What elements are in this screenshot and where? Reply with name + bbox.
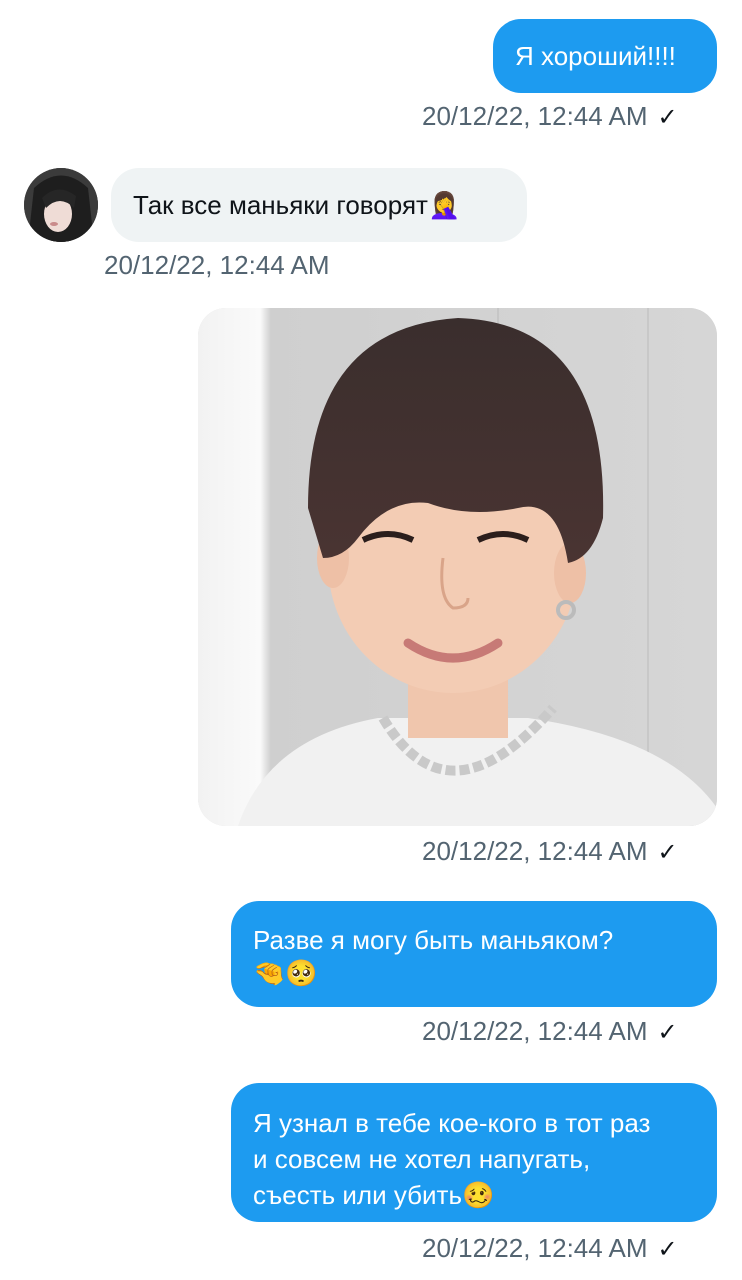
message-text: Я хороший!!!! bbox=[515, 41, 676, 71]
check-icon: ✓ bbox=[657, 839, 678, 866]
photo-image bbox=[198, 308, 717, 826]
check-icon: ✓ bbox=[657, 104, 678, 131]
outgoing-message-bubble[interactable]: Разве я могу быть маньяком? 🤏🥺 bbox=[231, 901, 717, 1007]
message-timestamp: 20/12/22, 12:44 AM ✓ bbox=[422, 1016, 678, 1046]
message-timestamp: 20/12/22, 12:44 AM ✓ bbox=[422, 836, 678, 866]
message-text-line: Разве я могу быть маньяком? bbox=[253, 925, 614, 955]
outgoing-message-bubble[interactable]: Я узнал в тебе кое-кого в тот раз и совс… bbox=[231, 1083, 717, 1222]
avatar[interactable] bbox=[24, 168, 98, 242]
message-text-line: съесть или убить🥴 bbox=[253, 1180, 495, 1211]
check-icon: ✓ bbox=[657, 1019, 678, 1046]
message-timestamp: 20/12/22, 12:44 AM ✓ bbox=[422, 1233, 678, 1263]
check-icon: ✓ bbox=[657, 1236, 678, 1263]
shared-photo[interactable] bbox=[198, 308, 717, 826]
outgoing-message-bubble[interactable]: Я хороший!!!! bbox=[493, 19, 717, 93]
message-timestamp: 20/12/22, 12:44 AM bbox=[104, 250, 330, 280]
woozy-face-emoji: 🥴 bbox=[462, 1181, 495, 1211]
message-text-line: Я узнал в тебе кое-кого в тот раз bbox=[253, 1108, 651, 1138]
incoming-message-bubble[interactable]: Так все маньяки говорят🤦‍♀️ bbox=[111, 168, 527, 242]
avatar-image bbox=[24, 168, 98, 242]
pinching-and-pleading-emoji: 🤏🥺 bbox=[253, 959, 318, 989]
facepalm-emoji: 🤦‍♀️ bbox=[427, 191, 461, 221]
message-text: Так все маньяки говорят bbox=[133, 190, 428, 220]
message-timestamp: 20/12/22, 12:44 AM ✓ bbox=[422, 101, 678, 131]
message-text-line: и совсем не хотел напугать, bbox=[253, 1144, 591, 1174]
